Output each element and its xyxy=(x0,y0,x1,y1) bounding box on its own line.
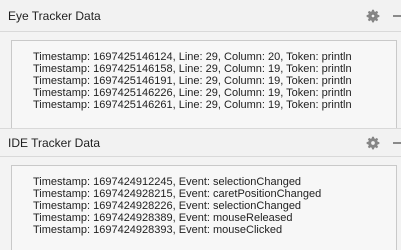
log-line: Timestamp: 1697424912245, Event: selecti… xyxy=(33,176,302,188)
tracker-window: Eye Tracker Data Timestamp: 169742514612… xyxy=(0,0,401,250)
log-line: Timestamp: 1697425146124, Line: 29, Colu… xyxy=(33,51,352,63)
minimize-icon[interactable] xyxy=(393,141,401,144)
eye-tracker-header-tools xyxy=(365,0,401,31)
gear-icon[interactable] xyxy=(365,8,381,24)
log-line: Timestamp: 1697425146158, Line: 29, Colu… xyxy=(33,63,352,75)
eye-tracker-log[interactable]: Timestamp: 1697425146124, Line: 29, Colu… xyxy=(11,40,397,128)
ide-tracker-log[interactable]: Timestamp: 1697424912245, Event: selecti… xyxy=(11,165,397,250)
log-line: Timestamp: 1697424928215, Event: caretPo… xyxy=(33,188,322,200)
eye-tracker-header: Eye Tracker Data xyxy=(0,0,401,32)
log-line: Timestamp: 1697425146191, Line: 29, Colu… xyxy=(33,75,352,87)
log-line: Timestamp: 1697424928226, Event: selecti… xyxy=(33,200,302,212)
ide-tracker-panel: IDE Tracker Data Timestamp: 169742491224… xyxy=(0,128,401,250)
eye-tracker-panel: Eye Tracker Data Timestamp: 169742514612… xyxy=(0,0,401,128)
ide-tracker-header: IDE Tracker Data xyxy=(0,128,401,157)
eye-tracker-body: Timestamp: 1697425146124, Line: 29, Colu… xyxy=(0,32,401,128)
minimize-icon[interactable] xyxy=(393,14,401,17)
ide-tracker-header-tools xyxy=(365,129,401,156)
ide-tracker-title: IDE Tracker Data xyxy=(8,135,101,150)
ide-tracker-body: Timestamp: 1697424912245, Event: selecti… xyxy=(0,157,401,250)
gear-icon[interactable] xyxy=(365,135,381,151)
log-line: Timestamp: 1697424928393, Event: mouseCl… xyxy=(33,224,283,236)
log-line: Timestamp: 1697425146261, Line: 29, Colu… xyxy=(33,99,352,111)
eye-tracker-title: Eye Tracker Data xyxy=(8,8,101,23)
log-line: Timestamp: 1697424928389, Event: mouseRe… xyxy=(33,212,293,224)
log-line: Timestamp: 1697425146226, Line: 29, Colu… xyxy=(33,87,352,99)
